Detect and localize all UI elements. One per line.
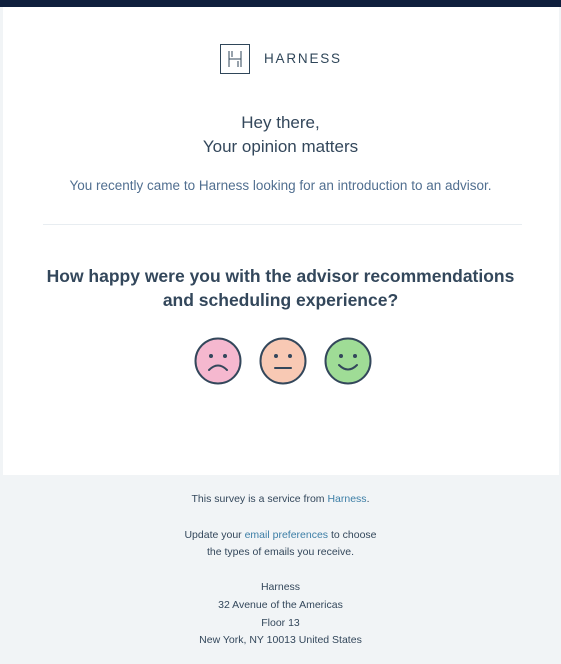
footer-service-line: This survey is a service from Harness. bbox=[0, 492, 561, 506]
footer-service-prefix: This survey is a service from bbox=[191, 493, 328, 505]
greeting-line-1: Hey there, bbox=[241, 113, 320, 132]
email-page: HARNESS Hey there, Your opinion matters … bbox=[0, 0, 561, 664]
footer-floor: Floor 13 bbox=[261, 617, 300, 629]
sad-face-icon bbox=[194, 337, 242, 385]
footer-update-line: Update your email preferences to choose bbox=[0, 528, 561, 542]
question-line-2: and scheduling experience? bbox=[162, 290, 399, 310]
footer-city: New York, NY 10013 United States bbox=[199, 634, 362, 646]
rating-neutral-button[interactable] bbox=[259, 337, 307, 385]
logo-wordmark: HARNESS bbox=[264, 51, 342, 67]
top-bar bbox=[0, 0, 561, 7]
rating-sad-button[interactable] bbox=[194, 337, 242, 385]
harness-logo-icon bbox=[220, 44, 250, 74]
footer-update-suffix: to choose bbox=[328, 529, 377, 541]
greeting-line-2: Your opinion matters bbox=[202, 137, 359, 156]
email-preferences-link[interactable]: email preferences bbox=[245, 529, 328, 541]
harness-logo[interactable]: HARNESS bbox=[220, 43, 342, 75]
left-edge bbox=[0, 7, 3, 475]
footer: This survey is a service from Harness. U… bbox=[0, 475, 561, 664]
question-line-1: How happy were you with the advisor reco… bbox=[46, 266, 515, 286]
footer-company: Harness bbox=[260, 581, 301, 593]
footer-update-prefix: Update your bbox=[184, 529, 245, 541]
happy-face-icon bbox=[324, 337, 372, 385]
logo-h-glyph bbox=[228, 51, 242, 67]
footer-service-suffix: . bbox=[366, 493, 370, 505]
divider bbox=[43, 224, 522, 225]
footer-street: 32 Avenue of the Americas bbox=[218, 599, 343, 611]
intro-text: You recently came to Harness looking for… bbox=[69, 178, 492, 193]
harness-link[interactable]: Harness bbox=[327, 493, 366, 505]
rating-happy-button[interactable] bbox=[324, 337, 372, 385]
footer-update-line-2: the types of emails you receive. bbox=[206, 546, 355, 558]
neutral-face-icon bbox=[259, 337, 307, 385]
